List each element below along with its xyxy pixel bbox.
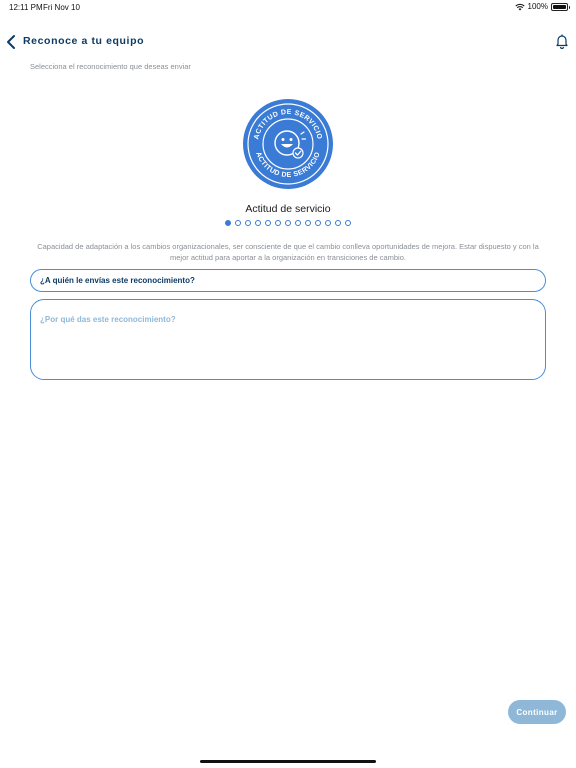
badge-name: Actitud de servicio xyxy=(245,203,331,215)
badge-emblem: ACTITUD DE SERVICIO ACTITUD DE SERVICIO xyxy=(243,99,333,189)
status-date: Fri Nov 10 xyxy=(43,3,80,12)
pager-dot[interactable] xyxy=(285,220,291,226)
notifications-button[interactable] xyxy=(554,33,570,50)
pager-dot[interactable] xyxy=(235,220,241,226)
pager-dot[interactable] xyxy=(275,220,281,226)
battery-percent: 100% xyxy=(527,2,548,11)
page-title: Reconoce a tu equipo xyxy=(23,35,145,47)
badge-pager xyxy=(0,220,576,226)
chevron-left-icon xyxy=(7,35,15,49)
pager-dot[interactable] xyxy=(335,220,341,226)
pager-dot[interactable] xyxy=(305,220,311,226)
instruction-text: Selecciona el reconocimiento que deseas … xyxy=(30,62,191,71)
back-button[interactable] xyxy=(4,33,20,51)
recipient-label: ¿A quién le envías este reconocimiento? xyxy=(40,276,195,285)
continue-button[interactable]: Continuar xyxy=(508,700,566,724)
wifi-icon xyxy=(514,3,525,10)
status-bar: 12:11 PM Fri Nov 10 100% xyxy=(0,0,576,14)
pager-dot[interactable] xyxy=(245,220,251,226)
reason-textarea[interactable]: ¿Por qué das este reconocimiento? xyxy=(30,299,546,380)
pager-dot[interactable] xyxy=(225,220,231,226)
checkmark-icon xyxy=(292,147,304,159)
pager-dot[interactable] xyxy=(325,220,331,226)
bell-icon xyxy=(556,34,568,50)
status-indicators: 100% xyxy=(514,2,570,11)
status-time: 12:11 PM xyxy=(9,3,43,12)
battery-level xyxy=(553,4,566,9)
pager-dot[interactable] xyxy=(345,220,351,226)
pager-dot[interactable] xyxy=(255,220,261,226)
recognition-badge[interactable]: ACTITUD DE SERVICIO ACTITUD DE SERVICIO xyxy=(242,98,334,190)
pager-dot[interactable] xyxy=(315,220,321,226)
pager-dot[interactable] xyxy=(295,220,301,226)
recipient-input[interactable]: ¿A quién le envías este reconocimiento? xyxy=(30,269,546,292)
badge-description: Capacidad de adaptación a los cambios or… xyxy=(37,242,539,262)
pager-dot[interactable] xyxy=(265,220,271,226)
reason-placeholder: ¿Por qué das este reconocimiento? xyxy=(40,315,176,324)
home-indicator xyxy=(200,760,376,763)
battery-icon xyxy=(551,2,570,11)
navigation-bar: Reconoce a tu equipo xyxy=(0,28,576,54)
